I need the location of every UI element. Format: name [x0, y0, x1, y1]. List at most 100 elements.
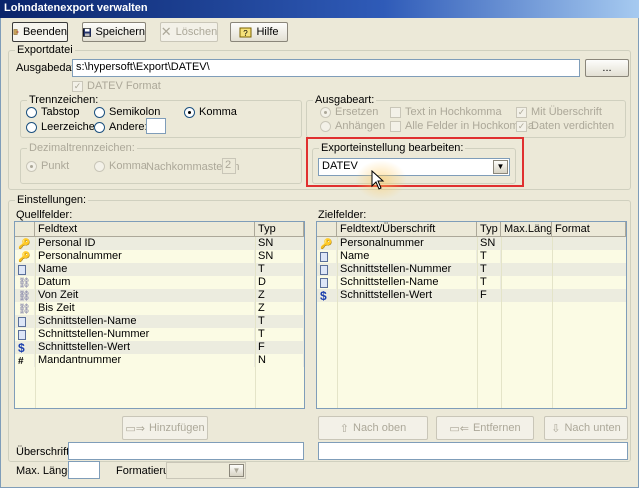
radio-komma[interactable]: Komma [184, 106, 237, 118]
table-row[interactable]: ⛓ Von Zeit Z [15, 289, 304, 302]
radio-anhaengen[interactable]: Anhängen [320, 120, 385, 132]
text-hochkomma-checkbox[interactable]: Text in Hochkomma [390, 106, 502, 118]
hinzufuegen-button[interactable]: ▭⇒ Hinzufügen [122, 416, 208, 440]
door-exit-icon [13, 29, 19, 35]
ueberschrift-input[interactable] [68, 442, 304, 460]
radio-punkt-label: Punkt [41, 160, 70, 172]
zielfelder-header: Feldtext/Überschrift Typ Max.Länge Forma… [317, 222, 626, 237]
feldtext-cell: Name [35, 263, 255, 276]
header-feldtext[interactable]: Feldtext [35, 222, 255, 236]
header-typ[interactable]: Typ [255, 222, 304, 236]
alle-felder-checkbox[interactable]: Alle Felder in Hochkomma [390, 120, 534, 132]
datev-format-label: DATEV Format [87, 80, 161, 92]
typ-cell: Z [255, 289, 304, 302]
typ-cell: T [255, 328, 304, 341]
radio-dot-icon [94, 160, 105, 172]
daten-verdichten-checkbox[interactable]: ✓ Daten verdichten [516, 120, 614, 132]
table-row[interactable]: $ Schnittstellen-Wert F [15, 341, 304, 354]
radio-dezimal-komma-label: Komma [109, 160, 147, 172]
table-row[interactable]: Name T [317, 250, 626, 263]
feldtext-cell: Schnittstellen-Wert [35, 341, 255, 354]
radio-dot-icon [320, 106, 331, 118]
feldtext-cell: Bis Zeit [35, 302, 255, 315]
browse-button[interactable]: ... [585, 59, 629, 77]
table-row[interactable]: ⛓ Bis Zeit Z [15, 302, 304, 315]
header-typ[interactable]: Typ [477, 222, 501, 236]
entfernen-button[interactable]: ▭⇐ Entfernen [436, 416, 534, 440]
document-icon [320, 251, 328, 262]
alle-felder-label: Alle Felder in Hochkomma [405, 120, 534, 132]
radio-punkt[interactable]: Punkt [26, 160, 69, 172]
feldtext-cell: Schnittstellen-Nummer [337, 263, 477, 276]
feldtext-cell: Personalnummer [35, 250, 255, 263]
quellfelder-header: Feldtext Typ [15, 222, 304, 237]
beenden-label: Beenden [22, 26, 67, 38]
highlight-frame [306, 137, 524, 187]
key-icon: 🔑 [18, 252, 31, 263]
table-row[interactable]: ⛓ Datum D [15, 276, 304, 289]
radio-ersetzen[interactable]: Ersetzen [320, 106, 378, 118]
row-icon-cell: 🔑 [15, 250, 35, 263]
nach-unten-button[interactable]: ⇩ Nach unten [544, 416, 628, 440]
formatierung-select[interactable]: ▼ [166, 462, 246, 479]
hilfe-label: Hilfe [256, 26, 279, 38]
header-icon-col [317, 222, 337, 236]
table-row[interactable]: Name T [15, 263, 304, 276]
nach-unten-label: Nach unten [564, 422, 621, 434]
table-row[interactable]: $ Schnittstellen-Wert F [317, 289, 626, 302]
mit-ueberschrift-checkbox[interactable]: ✓ Mit Überschrift [516, 106, 602, 118]
table-row[interactable]: 🔑 Personalnummer SN [317, 237, 626, 250]
max-laenge-input[interactable] [68, 461, 100, 479]
feldtext-cell: Von Zeit [35, 289, 255, 302]
svg-text:?: ? [244, 29, 249, 38]
link-icon: ⛓ [18, 291, 31, 302]
dollar-icon: $ [320, 289, 327, 303]
radio-tabstop[interactable]: Tabstop [26, 106, 80, 118]
radio-semikolon[interactable]: Semikolon [94, 106, 160, 118]
radio-andere[interactable]: Andere: [94, 121, 148, 133]
table-row[interactable]: 🔑 Personal ID SN [15, 237, 304, 250]
table-row[interactable]: Schnittstellen-Nummer T [317, 263, 626, 276]
table-row[interactable]: # Mandantnummer N [15, 354, 304, 367]
zielfelder-grid[interactable]: Feldtext/Überschrift Typ Max.Länge Forma… [316, 221, 627, 409]
radio-tabstop-label: Tabstop [41, 106, 80, 118]
nachkomma-input[interactable]: 2 [222, 158, 236, 174]
checkmark-icon: ✓ [72, 80, 83, 92]
exportdatei-legend: Exportdatei [15, 44, 75, 56]
table-row[interactable]: Schnittstellen-Name T [317, 276, 626, 289]
ausgabedatei-input[interactable]: s:\hypersoft\Export\DATEV\ [72, 59, 580, 77]
einstellungen-legend: Einstellungen: [15, 194, 89, 206]
daten-verdichten-label: Daten verdichten [531, 120, 615, 132]
radio-ersetzen-label: Ersetzen [335, 106, 379, 118]
header-feldtext-ueberschrift[interactable]: Feldtext/Überschrift [337, 222, 477, 236]
typ-cell: T [255, 263, 304, 276]
feldtext-cell: Datum [35, 276, 255, 289]
table-row[interactable]: Schnittstellen-Nummer T [15, 328, 304, 341]
andere-input[interactable] [146, 118, 166, 134]
header-max-laenge[interactable]: Max.Länge [501, 222, 552, 236]
hilfe-button[interactable]: ? Hilfe [230, 22, 288, 42]
checkbox-icon [390, 106, 401, 118]
datev-format-checkbox[interactable]: ✓ DATEV Format [72, 80, 161, 92]
radio-dezimal-komma[interactable]: Komma [94, 160, 147, 172]
chevron-down-icon[interactable]: ▼ [229, 464, 244, 477]
nach-oben-button[interactable]: ⇧ Nach oben [318, 416, 428, 440]
entfernen-label: Entfernen [472, 422, 521, 434]
feldtext-cell: Schnittstellen-Wert [337, 289, 477, 302]
table-row[interactable]: 🔑 Personalnummer SN [15, 250, 304, 263]
speichern-button[interactable]: Speichern [82, 22, 146, 42]
ziel-ueberschrift-input[interactable] [318, 442, 628, 460]
feldtext-cell: Personalnummer [337, 237, 477, 250]
loeschen-button[interactable]: ✕ Löschen [160, 22, 218, 42]
title-bar: Lohndatenexport verwalten [0, 0, 639, 18]
mit-ueberschrift-label: Mit Überschrift [531, 106, 602, 118]
typ-cell: N [255, 354, 304, 367]
table-row[interactable]: Schnittstellen-Name T [15, 315, 304, 328]
beenden-button[interactable]: Beenden [12, 22, 68, 42]
radio-leerzeichen[interactable]: Leerzeichen [26, 121, 101, 133]
header-format[interactable]: Format [552, 222, 626, 236]
radio-anhaengen-label: Anhängen [335, 120, 386, 132]
quellfelder-grid[interactable]: Feldtext Typ 🔑 Personal ID SN 🔑 Personalnumm… [14, 221, 305, 409]
typ-cell: SN [255, 250, 304, 263]
quellfelder-rows: 🔑 Personal ID SN 🔑 Personalnummer SN Name T ⛓ Dat… [15, 237, 304, 367]
